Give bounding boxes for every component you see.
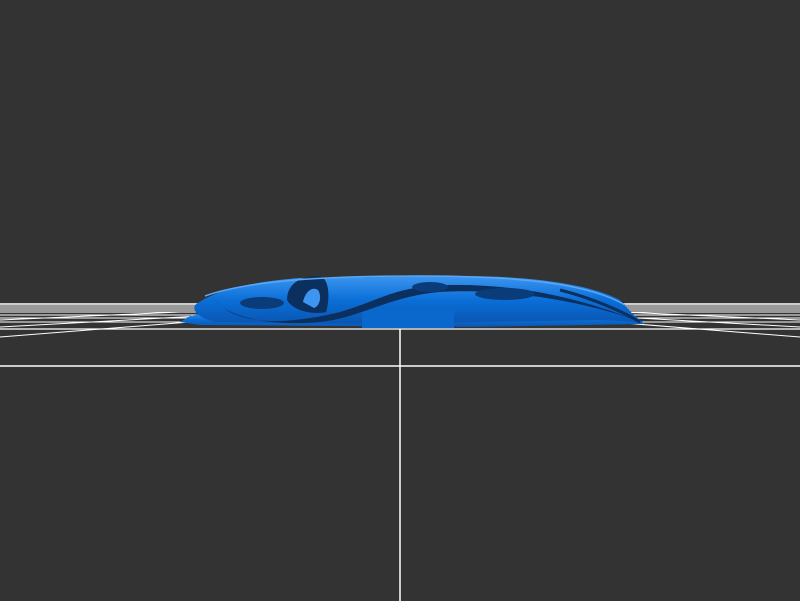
viewport-canvas[interactable]: [0, 0, 800, 601]
model-opening-oval: [240, 297, 284, 309]
model-center-block: [362, 310, 454, 328]
model-opening-oval: [412, 282, 448, 292]
model-opening-oval: [475, 288, 535, 300]
3d-viewport[interactable]: [0, 0, 800, 601]
